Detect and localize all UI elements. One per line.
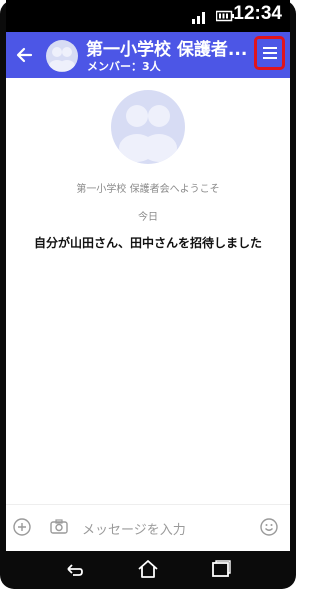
chat-title: 第一小学校 保護者... (86, 40, 248, 60)
group-avatar-small[interactable] (46, 40, 78, 72)
member-count: メンバー：3人 (87, 60, 161, 73)
system-message: 自分が山田さん、田中さんを招待しました (33, 236, 262, 250)
menu-icon (262, 47, 277, 59)
phone-frame: 12:34 第一小学校 保護者... メンバー：3人 第一小学校 保護者会へよう… (0, 0, 296, 589)
signal-icon (192, 12, 205, 24)
status-bar: 12:34 (6, 0, 290, 32)
nav-recents-icon[interactable] (210, 559, 232, 579)
camera-icon[interactable] (49, 517, 69, 537)
nav-home-icon[interactable] (137, 559, 159, 579)
emoji-icon[interactable] (259, 517, 279, 537)
message-input[interactable]: メッセージを入力 (82, 519, 186, 538)
chat-area[interactable]: 第一小学校 保護者会へようこそ 今日 自分が山田さん、田中さんを招待しました (6, 78, 290, 504)
back-arrow-icon[interactable] (12, 42, 38, 68)
welcome-text: 第一小学校 保護者会へようこそ (76, 184, 220, 195)
chat-header: 第一小学校 保護者... メンバー：3人 (6, 32, 290, 78)
add-icon[interactable] (12, 517, 32, 537)
nav-back-icon[interactable] (63, 559, 85, 579)
status-time: 12:34 (233, 3, 282, 24)
android-nav-bar (0, 551, 296, 589)
menu-button[interactable] (254, 36, 285, 70)
date-separator: 今日 (138, 212, 158, 223)
battery-icon (216, 10, 234, 22)
group-avatar-icon (49, 47, 75, 72)
group-avatar-icon (119, 105, 177, 162)
screen: 12:34 第一小学校 保護者... メンバー：3人 第一小学校 保護者会へよう… (6, 0, 290, 551)
message-composer: メッセージを入力 (6, 504, 290, 551)
group-avatar-large (111, 90, 185, 164)
